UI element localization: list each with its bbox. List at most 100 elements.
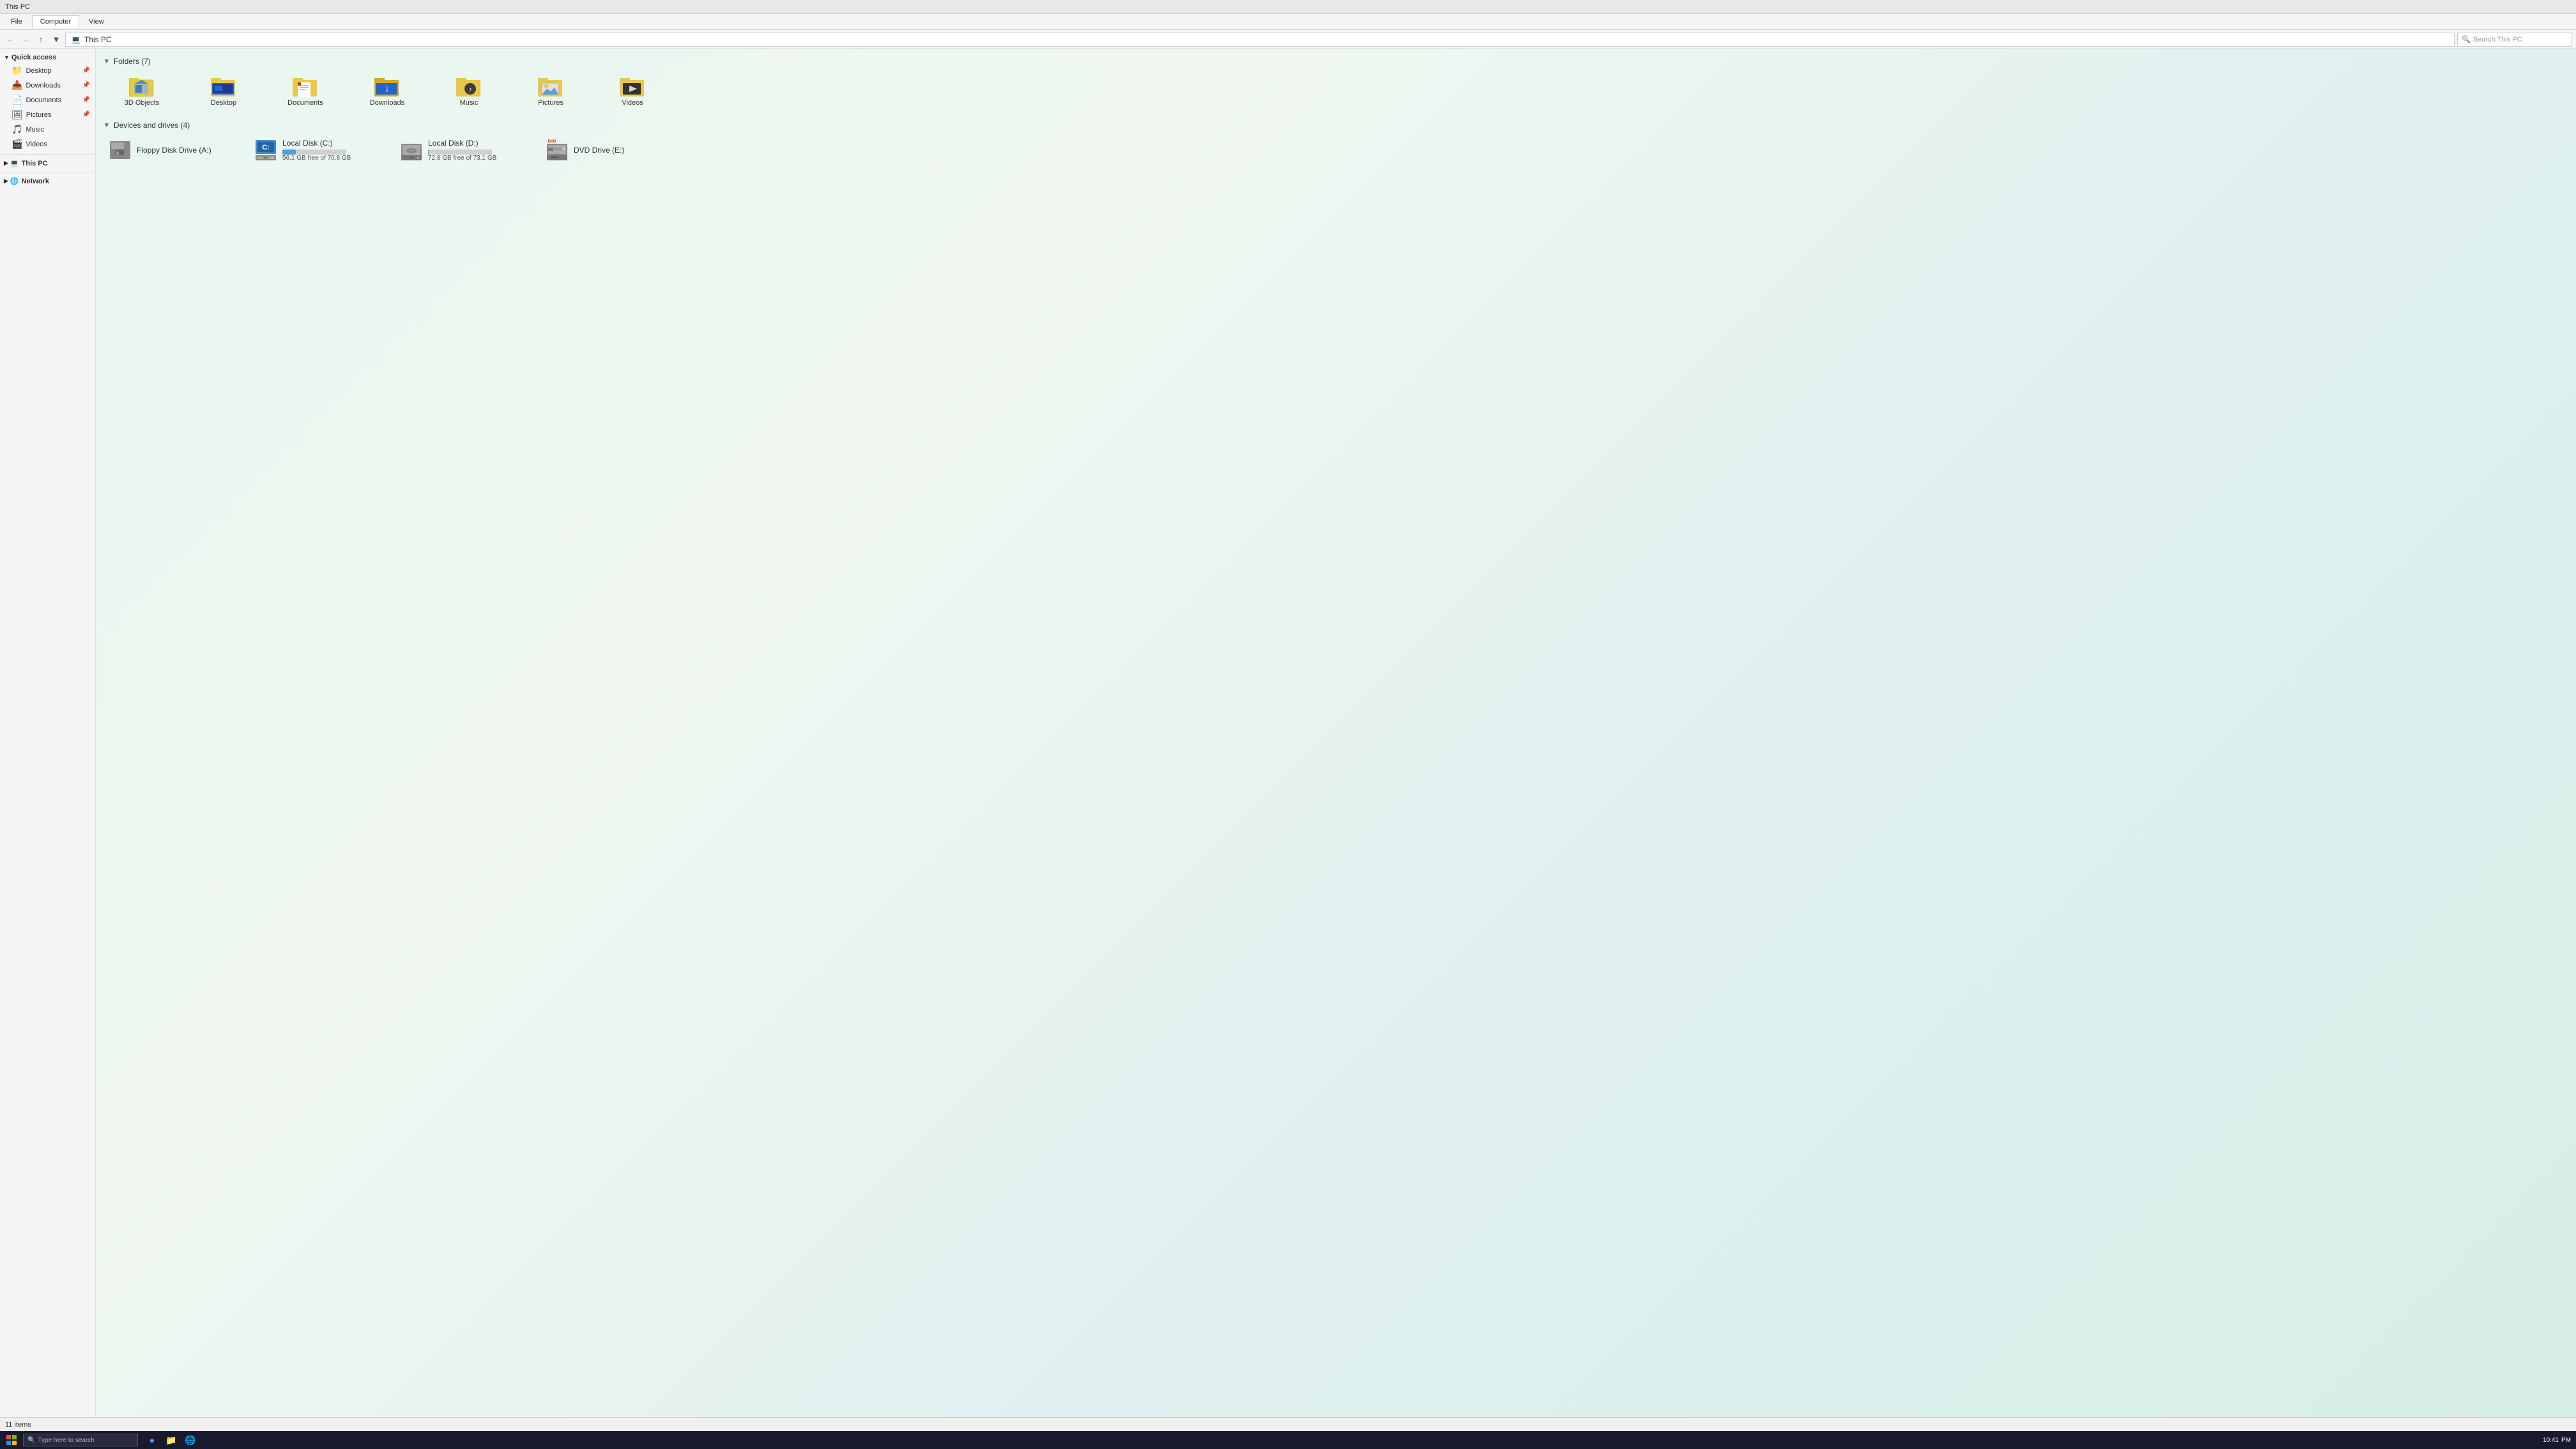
search-icon: 🔍 (2462, 35, 2471, 43)
taskbar-search-box[interactable]: 🔍 Type here to search (23, 1434, 138, 1446)
main-layout: ▼ Quick access 📁 Desktop 📌 📥 Downloads 📌… (0, 49, 2576, 1417)
address-path-text: This PC (84, 35, 112, 44)
network-label: Network (22, 178, 49, 185)
sidebar-section-quick-access: ▼ Quick access 📁 Desktop 📌 📥 Downloads 📌… (0, 52, 95, 151)
quick-access-label: Quick access (12, 54, 56, 61)
tab-view[interactable]: View (80, 15, 112, 28)
dvd-drive-name: DVD Drive (E:) (574, 146, 624, 155)
address-path-icon: 💻 (71, 35, 80, 44)
documents-folder-icon (293, 75, 318, 97)
drives-section-header[interactable]: ▼ Devices and drives (4) (103, 121, 2568, 130)
status-bar: 11 items (0, 1417, 2576, 1431)
floppy-drive-name: Floppy Disk Drive (A:) (137, 146, 211, 155)
dvd-drive-icon: DVD (546, 139, 569, 162)
local-disk-c-icon: C: (254, 139, 277, 162)
folder-item-downloads[interactable]: ↓ Downloads (349, 71, 425, 111)
localc-drive-info: Local Disk (C:) 56.1 GB free of 70.8 GB (282, 139, 351, 162)
folder-documents-label: Documents (288, 99, 323, 107)
sidebar-item-documents[interactable]: 📄 Documents 📌 (0, 93, 95, 107)
taskbar-cortana-button[interactable]: ● (143, 1433, 161, 1447)
folder-pictures-label: Pictures (538, 99, 564, 107)
pin-icon-2: 📌 (82, 82, 90, 89)
ribbon: File Computer View (0, 14, 2576, 30)
pin-icon-3: 📌 (82, 96, 90, 103)
sidebar-divider-1 (0, 154, 95, 155)
tab-file[interactable]: File (3, 15, 31, 28)
folder-3dobjects-label: 3D Objects (125, 99, 159, 107)
sidebar-network-header[interactable]: ▶ 🌐 Network (0, 175, 95, 187)
folder-music-label: Music (460, 99, 479, 107)
folder-item-videos[interactable]: Videos (594, 71, 671, 111)
locald-drive-bar-bg (428, 150, 492, 155)
svg-text:♪: ♪ (469, 86, 472, 93)
locald-drive-bar-fill (428, 150, 429, 155)
taskbar-explorer-button[interactable]: 📁 (162, 1433, 180, 1447)
folder-item-3dobjects[interactable]: 3D Objects (103, 71, 180, 111)
taskbar-search-placeholder: Type here to search (38, 1437, 94, 1444)
drive-item-localc[interactable]: C: Local Disk (C:) 56.1 GB free of 70.8 … (249, 135, 390, 165)
sidebar-item-music[interactable]: 🎵 Music (0, 122, 95, 137)
address-path[interactable]: 💻 This PC (65, 33, 2455, 47)
local-disk-d-icon (400, 139, 423, 162)
sidebar-section-this-pc: ▶ 💻 This PC (0, 157, 95, 169)
folder-videos-label: Videos (622, 99, 643, 107)
sidebar-item-pictures[interactable]: 🖼 Pictures 📌 (0, 107, 95, 122)
sidebar-item-videos-label: Videos (26, 141, 47, 148)
taskbar-edge-button[interactable]: 🌐 (181, 1433, 199, 1447)
nav-forward-button[interactable]: → (19, 33, 32, 46)
sidebar-network-icon: 🌐 (10, 177, 19, 185)
sidebar-item-desktop[interactable]: 📁 Desktop 📌 (0, 63, 95, 78)
folders-section-header[interactable]: ▼ Folders (7) (103, 57, 2568, 66)
chevron-right-icon: ▶ (4, 160, 8, 167)
pictures-folder-icon (538, 75, 564, 97)
folders-section-label: Folders (7) (114, 57, 151, 66)
sidebar-quick-access-header[interactable]: ▼ Quick access (0, 52, 95, 63)
localc-drive-bar-bg (282, 150, 346, 155)
folder-item-pictures[interactable]: Pictures (512, 71, 589, 111)
taskbar-start-button[interactable] (3, 1433, 20, 1447)
content-area: ▼ Folders (7) 3D Objects (96, 49, 2576, 1417)
videos-icon: 🎬 (12, 139, 22, 150)
folder-item-desktop[interactable]: Desktop (185, 71, 262, 111)
sidebar-section-network: ▶ 🌐 Network (0, 175, 95, 187)
sidebar-item-documents-label: Documents (26, 96, 61, 104)
taskbar-right: 10:41 PM (2543, 1437, 2573, 1444)
folder-item-music[interactable]: ♪ Music (431, 71, 507, 111)
sidebar-item-downloads-label: Downloads (26, 82, 60, 89)
sidebar-item-downloads[interactable]: 📥 Downloads 📌 (0, 78, 95, 93)
drive-item-dvd[interactable]: DVD DVD Drive (E:) (540, 135, 681, 165)
nav-back-button[interactable]: ← (4, 33, 17, 46)
sidebar-this-pc-icon: 💻 (10, 159, 19, 167)
address-bar: ← → ↑ ▼ 💻 This PC 🔍 Search This PC (0, 30, 2576, 49)
sidebar-this-pc-header[interactable]: ▶ 💻 This PC (0, 157, 95, 169)
nav-recent-button[interactable]: ▼ (50, 33, 63, 46)
pictures-icon: 🖼 (12, 109, 23, 120)
sidebar: ▼ Quick access 📁 Desktop 📌 📥 Downloads 📌… (0, 49, 96, 1417)
sidebar-item-desktop-label: Desktop (26, 67, 51, 75)
folder-item-documents[interactable]: Documents (267, 71, 344, 111)
sidebar-item-videos[interactable]: 🎬 Videos (0, 137, 95, 151)
tab-computer[interactable]: Computer (32, 15, 79, 28)
downloads-icon: 📥 (12, 80, 22, 91)
folder-icon: 📁 (12, 65, 22, 76)
drive-item-floppy[interactable]: Floppy Disk Drive (A:) (103, 135, 244, 165)
drives-section-label: Devices and drives (4) (114, 121, 190, 130)
localc-drive-bar-fill (282, 150, 296, 155)
pin-icon: 📌 (82, 67, 90, 74)
drives-chevron-icon: ▼ (103, 122, 110, 129)
this-pc-label: This PC (22, 160, 48, 167)
ribbon-tabs: File Computer View (0, 15, 2576, 28)
folder-downloads-label: Downloads (370, 99, 404, 107)
drive-item-locald[interactable]: Local Disk (D:) 72.8 GB free of 73.1 GB (395, 135, 535, 165)
pin-icon-4: 📌 (82, 111, 90, 118)
nav-up-button[interactable]: ↑ (34, 33, 47, 46)
status-item-count: 11 items (5, 1421, 31, 1429)
downloads-folder-icon: ↓ (374, 75, 400, 97)
title-bar: This PC (0, 0, 2576, 14)
search-box[interactable]: 🔍 Search This PC (2457, 33, 2572, 47)
folders-grid: 3D Objects Desktop (103, 71, 2568, 111)
desktop-folder-icon (211, 75, 236, 97)
3dobjects-folder-icon (129, 75, 155, 97)
chevron-right-icon-2: ▶ (4, 178, 8, 185)
taskbar-items: ● 📁 🌐 (143, 1433, 199, 1447)
